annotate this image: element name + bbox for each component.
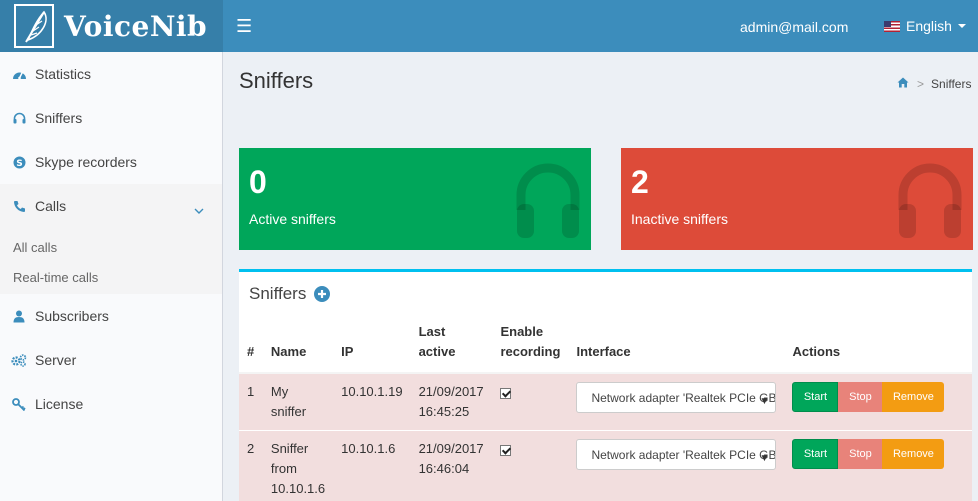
sidebar-item-label: Subscribers bbox=[35, 308, 109, 324]
chevron-down-icon bbox=[194, 201, 204, 217]
breadcrumb-separator: > bbox=[917, 77, 925, 91]
enable-recording-checkbox[interactable] bbox=[500, 445, 512, 456]
cogs-icon bbox=[11, 352, 27, 368]
sidebar-toggle-icon[interactable]: ☰ bbox=[236, 17, 252, 35]
enable-recording-checkbox[interactable] bbox=[500, 388, 512, 399]
inactive-sniffers-box: 2 Inactive sniffers bbox=[621, 148, 973, 250]
user-menu[interactable]: admin@mail.com bbox=[740, 19, 848, 35]
active-sniffers-box: 0 Active sniffers bbox=[239, 148, 591, 250]
table-row: 2 Sniffer from 10.10.1.6 10.10.1.6 21/09… bbox=[239, 430, 972, 501]
col-header-actions: Actions bbox=[784, 322, 972, 374]
sidebar-item-label: License bbox=[35, 396, 84, 412]
inactive-sniffers-count: 2 bbox=[631, 164, 649, 200]
sidebar-item-label: Calls bbox=[35, 198, 67, 214]
key-icon bbox=[11, 396, 27, 412]
row-ip: 10.10.1.6 bbox=[333, 430, 411, 501]
interface-select[interactable]: Network adapter 'Realtek PCIe GBE Family… bbox=[576, 382, 777, 413]
sidebar-item-real-time-calls[interactable]: Real-time calls bbox=[0, 262, 222, 292]
breadcrumb: > Sniffers bbox=[897, 77, 971, 91]
sidebar-item-license[interactable]: License bbox=[0, 382, 222, 426]
us-flag-icon bbox=[884, 20, 900, 32]
add-sniffer-icon[interactable] bbox=[314, 286, 331, 302]
col-header-interface: Interface bbox=[568, 322, 785, 374]
headphones-icon bbox=[516, 163, 580, 238]
sidebar-item-calls[interactable]: Calls bbox=[0, 184, 222, 228]
row-num: 2 bbox=[239, 430, 263, 501]
interface-select-value: Network adapter 'Realtek PCIe GBE Family… bbox=[591, 447, 777, 462]
sidebar: Statistics Sniffers S Skype recorders Ca… bbox=[0, 52, 223, 501]
table-row: 1 My sniffer 10.10.1.19 21/09/2017 16:45… bbox=[239, 372, 972, 431]
row-actions: Start Stop Remove bbox=[792, 382, 964, 412]
start-button[interactable]: Start bbox=[792, 382, 839, 412]
row-last-active: 21/09/2017 16:45:25 bbox=[410, 372, 493, 431]
col-header-last-active: Last active bbox=[410, 322, 493, 374]
inactive-sniffers-label: Inactive sniffers bbox=[631, 211, 729, 227]
col-header-num: # bbox=[239, 322, 263, 374]
row-last-active: 21/09/2017 16:46:04 bbox=[410, 430, 493, 501]
dropdown-arrow-icon: ▼ bbox=[759, 453, 770, 464]
row-actions: Start Stop Remove bbox=[792, 439, 964, 469]
interface-select-value: Network adapter 'Realtek PCIe GBE Family… bbox=[591, 390, 777, 405]
sidebar-item-sniffers[interactable]: Sniffers bbox=[0, 96, 222, 140]
active-sniffers-count: 0 bbox=[249, 164, 267, 200]
caret-down-icon bbox=[957, 24, 966, 28]
sidebar-item-label: Skype recorders bbox=[35, 154, 137, 170]
headphones-icon bbox=[11, 110, 27, 126]
row-name: Sniffer from 10.10.1.6 bbox=[262, 430, 334, 501]
row-ip: 10.10.1.19 bbox=[333, 372, 411, 431]
page-title: Sniffers bbox=[239, 68, 314, 93]
col-header-ip: IP bbox=[333, 322, 411, 374]
panel-title: Sniffers bbox=[249, 284, 331, 304]
row-name: My sniffer bbox=[262, 372, 334, 431]
sidebar-item-server[interactable]: Server bbox=[0, 338, 222, 382]
sidebar-item-label: Server bbox=[35, 352, 77, 368]
calls-submenu: All calls Real-time calls bbox=[0, 228, 222, 294]
skype-icon: S bbox=[11, 154, 27, 170]
svg-text:S: S bbox=[16, 159, 22, 169]
row-num: 1 bbox=[239, 372, 263, 431]
remove-button[interactable]: Remove bbox=[882, 439, 945, 469]
quill-logo-icon bbox=[14, 4, 54, 48]
sidebar-item-label: Statistics bbox=[35, 66, 92, 82]
breadcrumb-current: Sniffers bbox=[931, 77, 972, 91]
stop-button[interactable]: Stop bbox=[838, 439, 883, 469]
stop-button[interactable]: Stop bbox=[838, 382, 883, 412]
sidebar-item-label: Sniffers bbox=[35, 110, 83, 126]
active-sniffers-label: Active sniffers bbox=[249, 211, 336, 227]
start-button[interactable]: Start bbox=[792, 439, 839, 469]
col-header-name: Name bbox=[262, 322, 334, 374]
sniffers-panel: Sniffers # Name IP Last active Enable re… bbox=[239, 269, 972, 501]
dropdown-arrow-icon: ▼ bbox=[759, 396, 770, 407]
app-name: VoiceNib bbox=[64, 9, 208, 43]
sniffers-table: # Name IP Last active Enable recording I… bbox=[239, 322, 972, 501]
sidebar-item-subscribers[interactable]: Subscribers bbox=[0, 294, 222, 338]
interface-select[interactable]: Network adapter 'Realtek PCIe GBE Family… bbox=[576, 439, 777, 470]
top-navbar: VoiceNib ☰ admin@mail.com English bbox=[0, 0, 978, 52]
language-label: English bbox=[906, 18, 952, 34]
table-header-row: # Name IP Last active Enable recording I… bbox=[239, 322, 972, 374]
logo[interactable]: VoiceNib bbox=[0, 0, 223, 52]
user-icon bbox=[11, 308, 27, 324]
home-icon[interactable] bbox=[897, 77, 909, 91]
panel-title-text: Sniffers bbox=[249, 284, 307, 303]
sidebar-item-skype-recorders[interactable]: S Skype recorders bbox=[0, 140, 222, 184]
dashboard-icon bbox=[11, 66, 27, 82]
language-dropdown[interactable]: English bbox=[884, 18, 966, 34]
headphones-icon bbox=[898, 163, 962, 238]
sidebar-item-statistics[interactable]: Statistics bbox=[0, 52, 222, 96]
phone-icon bbox=[11, 198, 27, 214]
sidebar-item-all-calls[interactable]: All calls bbox=[0, 232, 222, 262]
remove-button[interactable]: Remove bbox=[882, 382, 945, 412]
col-header-enable-recording: Enable recording bbox=[492, 322, 569, 374]
